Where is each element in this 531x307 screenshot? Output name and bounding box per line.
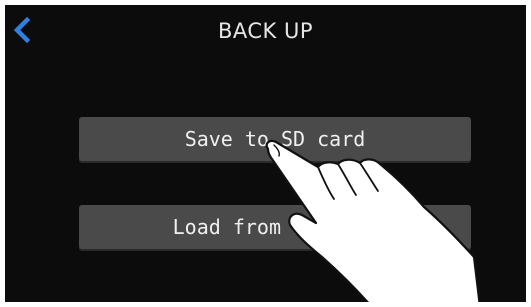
pointing-hand-icon (265, 139, 481, 302)
backup-screen: BACK UP Save to SD card Load from SD car… (5, 5, 526, 302)
header-bar: BACK UP (5, 5, 526, 55)
page-title: BACK UP (217, 19, 314, 43)
